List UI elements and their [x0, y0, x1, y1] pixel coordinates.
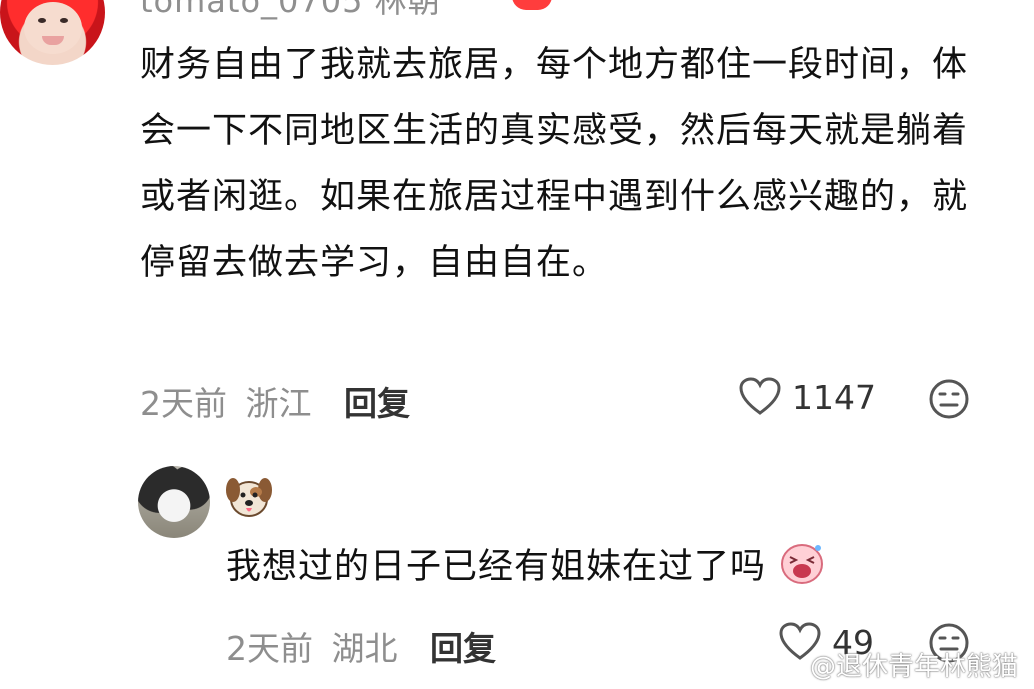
pig-laugh-sticker	[781, 544, 824, 584]
like-button[interactable]: 1147	[738, 377, 876, 417]
meh-face-icon	[929, 379, 969, 419]
comment-meta: 2天前 浙江 回复	[140, 377, 410, 425]
reply-avatar[interactable]	[138, 466, 210, 538]
comment-body: 财务自由了我就去旅居，每个地方都住一段时间，体会一下不同地区生活的真实感受，然后…	[140, 45, 969, 283]
reply-time: 2天前	[226, 629, 313, 668]
dog-face-icon	[226, 478, 272, 517]
heart-outline-icon	[739, 377, 781, 415]
comment-time: 2天前	[140, 384, 227, 423]
dislike-button[interactable]	[928, 378, 970, 424]
watermark: @退休青年林熊猫	[810, 652, 1019, 682]
reply-body: 我想过的日子已经有姐妹在过了吗	[226, 538, 826, 589]
user-badge-icon	[512, 0, 552, 10]
comment-location: 浙江	[245, 384, 312, 423]
commenter-username[interactable]: tomato_0705 林朝	[140, 0, 441, 22]
reply-body-text: 我想过的日子已经有姐妹在过了吗	[226, 547, 767, 587]
reply-reply-button[interactable]: 回复	[430, 629, 496, 668]
like-count: 1147	[792, 377, 876, 417]
commenter-avatar[interactable]	[0, 0, 105, 65]
reply-username[interactable]	[224, 474, 274, 524]
reply-location: 湖北	[331, 629, 398, 668]
reply-button[interactable]: 回复	[344, 384, 410, 423]
reply-meta: 2天前 湖北 回复	[226, 622, 496, 670]
